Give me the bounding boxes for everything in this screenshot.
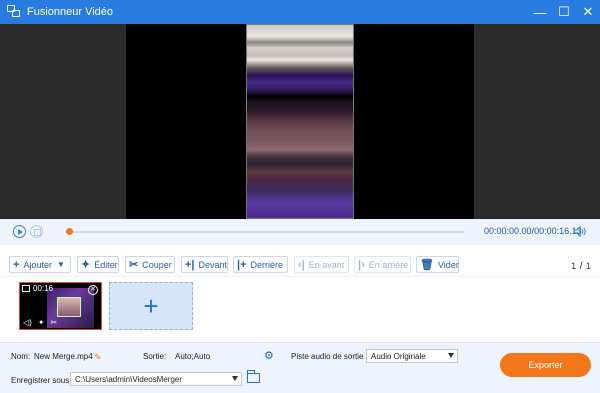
title-bar: Fusionneur Vidéo — ☐ ✕ — [0, 0, 600, 24]
audio-icon[interactable]: ◁) — [23, 318, 32, 327]
back-label: Derrière — [250, 259, 284, 270]
chevron-down-icon — [448, 353, 454, 358]
name-value: New Merge.mp4 — [34, 352, 93, 361]
front-button[interactable]: +| Devant — [181, 256, 228, 273]
clip-duration: 00:16 — [22, 284, 53, 293]
window-title: Fusionneur Vidéo — [27, 6, 114, 18]
audio-track-value: Audio Originale — [371, 351, 426, 361]
save-path-select[interactable]: C:\Users\admin\VideosMerger — [70, 372, 242, 386]
back-button[interactable]: |+ Derrière — [233, 256, 288, 273]
maximize-button[interactable]: ☐ — [552, 0, 576, 24]
clip-duration-text: 00:16 — [33, 284, 54, 293]
trash-icon: 🗑 — [420, 259, 434, 271]
gear-icon[interactable]: ⚙ — [264, 349, 274, 362]
playback-controls: 00:00:00.00/00:00:16.13 — [0, 219, 600, 245]
scissors-icon: ✂ — [129, 259, 139, 271]
page-counter: 1 / 1 — [571, 261, 591, 272]
audio-track-label: Piste audio de sortie : — [291, 352, 368, 361]
cut-button[interactable]: ✂ Couper — [125, 256, 175, 273]
clip-item[interactable]: 00:16 ✕ ◁) ✦ ✂ — [19, 282, 102, 330]
minimize-button[interactable]: — — [528, 0, 552, 24]
video-frame — [246, 24, 354, 219]
audio-track-select[interactable]: Audio Originale — [366, 349, 458, 363]
edit-button[interactable]: ✦ Éditer — [77, 256, 119, 273]
output-settings: Nom: New Merge.mp4 ✎ Sortie: Auto;Auto ⚙… — [0, 342, 600, 393]
merge-app-icon — [7, 5, 21, 19]
progress-track[interactable] — [66, 228, 464, 235]
remove-clip-icon[interactable]: ✕ — [88, 285, 98, 295]
pencil-icon[interactable]: ✎ — [94, 352, 102, 363]
plus-icon: + — [143, 291, 159, 321]
edit-label: Éditer — [94, 259, 118, 270]
save-path-value: C:\Users\admin\VideosMerger — [75, 374, 183, 384]
clip-timeline: 00:16 ✕ ◁) ✦ ✂ + — [0, 277, 600, 342]
front-label: Devant — [198, 259, 228, 270]
move-forward-button[interactable]: ‹| En avant — [294, 256, 349, 273]
volume-icon[interactable] — [573, 226, 586, 237]
insert-back-icon: |+ — [237, 258, 247, 271]
clip-actions: ◁) ✦ ✂ — [23, 318, 57, 327]
chevron-down-icon — [232, 376, 238, 381]
output-label: Sortie: — [143, 352, 167, 361]
chevron-down-icon: ▼ — [56, 260, 65, 269]
clip-toolbar: + Ajouter ▼ ✦ Éditer ✂ Couper +| Devant … — [0, 245, 600, 277]
output-field[interactable]: Auto;Auto — [171, 349, 278, 363]
cut-label: Couper — [142, 259, 172, 270]
scissors-icon[interactable]: ✂ — [51, 318, 58, 327]
effects-icon[interactable]: ✦ — [38, 318, 45, 327]
play-button[interactable] — [13, 225, 26, 238]
time-readout: 00:00:00.00/00:00:16.13 — [484, 226, 582, 236]
move-forward-icon: ‹| — [298, 258, 305, 271]
save-as-label: Enregistrer sous: — [11, 376, 72, 385]
stop-button[interactable] — [30, 225, 43, 238]
add-label: Ajouter — [23, 259, 52, 270]
forward-label: En avant — [308, 259, 345, 270]
close-button[interactable]: ✕ — [576, 0, 600, 24]
clip-thumbnail-image — [57, 297, 81, 317]
add-button[interactable]: + Ajouter ▼ — [9, 256, 71, 273]
export-button[interactable]: Exporter — [500, 353, 591, 377]
magic-wand-icon: ✦ — [81, 259, 91, 271]
progress-handle[interactable] — [66, 228, 73, 235]
move-backward-button[interactable]: |› En arrière — [354, 256, 411, 273]
insert-front-icon: +| — [185, 258, 195, 271]
clear-button[interactable]: 🗑 Vider — [416, 256, 459, 273]
move-backward-icon: |› — [358, 258, 365, 271]
add-clip-tile[interactable]: + — [109, 282, 193, 330]
time-current: 00:00:00.00 — [484, 226, 532, 236]
clear-label: Vider — [437, 259, 459, 270]
video-preview — [0, 24, 600, 219]
name-label: Nom: — [11, 352, 31, 361]
page-total: 1 — [585, 261, 591, 271]
plus-icon: + — [13, 258, 20, 271]
folder-icon[interactable] — [247, 370, 260, 383]
page-current: 1 — [571, 261, 577, 271]
film-icon — [22, 285, 30, 292]
backward-label: En arrière — [368, 259, 409, 270]
output-value: Auto;Auto — [175, 351, 211, 361]
